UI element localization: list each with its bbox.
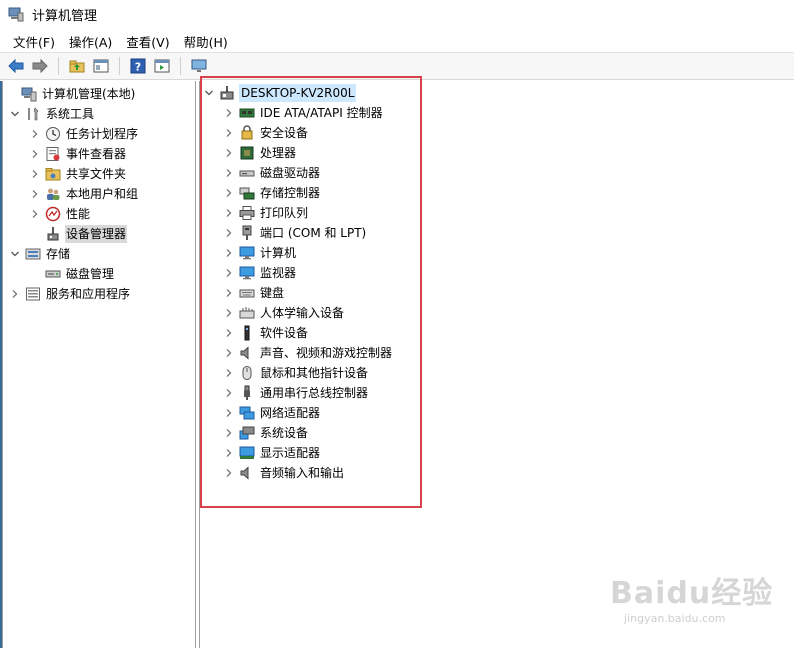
menu-action[interactable]: 操作(A) — [62, 30, 119, 53]
help-button[interactable]: ? — [128, 56, 148, 76]
forward-button[interactable] — [30, 56, 50, 76]
monitor-button[interactable] — [189, 56, 209, 76]
show-hide-tree-button[interactable] — [91, 56, 111, 76]
menu-file[interactable]: 文件(F) — [6, 30, 62, 53]
computer-management-icon — [21, 86, 37, 102]
chevron-right-icon[interactable] — [29, 144, 41, 164]
window-title: 计算机管理 — [32, 8, 98, 24]
tree-item-label: 服务和应用程序 — [46, 287, 131, 301]
tree-item-label: 磁盘管理 — [66, 267, 115, 281]
chevron-right-icon[interactable] — [29, 204, 41, 224]
services-icon — [25, 286, 41, 302]
tree-item-label: 共享文件夹 — [66, 167, 127, 181]
toolbar-separator — [58, 57, 59, 75]
console-tree-pane: 计算机管理(本地) 系统工具任务计划程序 事件查看器共享文件夹本地用户和组 性能设备管… — [2, 81, 196, 648]
monitor-tool-icon — [191, 59, 207, 72]
device-manager-icon — [45, 226, 61, 242]
shared-folder-icon — [45, 166, 61, 182]
svg-text:?: ? — [135, 61, 141, 74]
chevron-right-icon[interactable] — [9, 284, 21, 304]
console-tree-item[interactable]: 存储 — [9, 244, 71, 264]
menu-help[interactable]: 帮助(H) — [177, 30, 235, 53]
clock-icon — [45, 126, 61, 142]
back-button[interactable] — [6, 56, 26, 76]
chevron-right-icon[interactable] — [29, 184, 41, 204]
toolbar-separator — [180, 57, 181, 75]
action-pane-button[interactable] — [152, 56, 172, 76]
console-tree-item[interactable]: 共享文件夹 — [29, 164, 127, 184]
users-icon — [45, 186, 61, 202]
chevron-right-icon[interactable] — [29, 124, 41, 144]
tree-item-label: 系统工具 — [46, 107, 95, 121]
folder-up-icon — [69, 60, 85, 73]
tree-item-label: 计算机管理(本地) — [42, 87, 136, 101]
forward-arrow-icon — [32, 59, 48, 73]
menu-view[interactable]: 查看(V) — [119, 30, 176, 53]
console-tree-item[interactable]: 系统工具 — [9, 104, 95, 124]
console-tree-item[interactable]: 性能 — [29, 204, 91, 224]
console-tree-item[interactable]: 本地用户和组 — [29, 184, 139, 204]
console-tree-item[interactable]: 任务计划程序 — [29, 124, 139, 144]
tree-item-label: 存储 — [46, 247, 71, 261]
chevron-right-icon[interactable] — [29, 164, 41, 184]
console-tree-item[interactable]: 服务和应用程序 — [9, 284, 131, 304]
chevron-down-icon[interactable] — [9, 104, 21, 124]
console-tree-item[interactable]: 设备管理器 — [29, 224, 128, 244]
computer-management-app-icon — [8, 6, 24, 22]
console-tree-item[interactable]: 磁盘管理 — [29, 264, 115, 284]
tree-item-label: 设备管理器 — [65, 225, 128, 243]
tree-item-label: 任务计划程序 — [66, 127, 139, 141]
storage-icon — [25, 246, 41, 262]
tools-icon — [25, 106, 41, 122]
action-pane-icon — [154, 59, 170, 73]
back-arrow-icon — [8, 59, 24, 73]
event-viewer-icon — [45, 146, 61, 162]
tree-item-label: 事件查看器 — [66, 147, 127, 161]
help-icon: ? — [130, 58, 146, 74]
menu-bar: 文件(F) 操作(A) 查看(V) 帮助(H) — [0, 30, 794, 52]
disk-management-icon — [45, 266, 61, 282]
chevron-down-icon[interactable] — [9, 244, 21, 264]
watermark: Baidu经验 jingyan.baidu.com — [606, 568, 786, 638]
console-tree-item[interactable]: 事件查看器 — [29, 144, 127, 164]
toolbar-separator — [119, 57, 120, 75]
highlight-box — [200, 76, 422, 508]
up-level-button[interactable] — [67, 56, 87, 76]
console-tree-icon — [93, 59, 109, 73]
title-bar: 计算机管理 — [0, 0, 794, 28]
console-tree-item[interactable]: 计算机管理(本地) — [5, 84, 136, 104]
watermark-url: jingyan.baidu.com — [624, 612, 726, 625]
performance-icon — [45, 206, 61, 222]
watermark-text: Baidu经验 — [610, 576, 774, 611]
tree-item-label: 本地用户和组 — [66, 187, 139, 201]
tree-item-label: 性能 — [66, 207, 91, 221]
